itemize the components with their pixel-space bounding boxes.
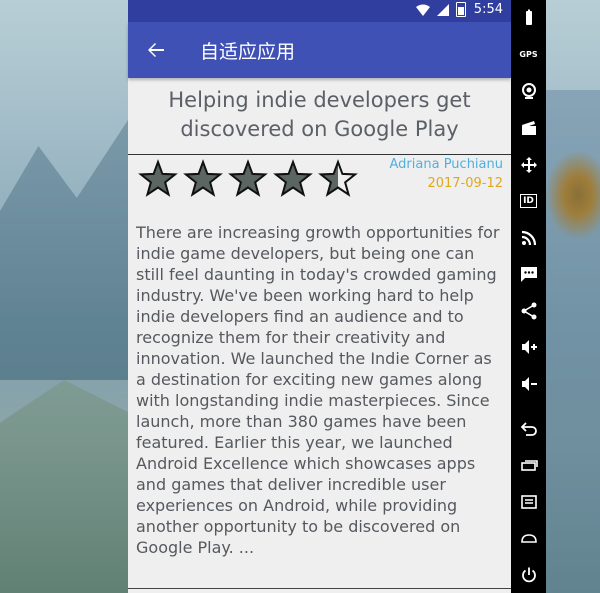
power-button[interactable]: [511, 556, 546, 593]
battery-icon: [525, 9, 532, 26]
app-bar: 自适应应用: [128, 22, 511, 78]
star-icon-5: [318, 159, 358, 197]
volume-up-button[interactable]: [511, 329, 546, 366]
article-title: Helping indie developers get discovered …: [168, 88, 471, 141]
camera-icon: [521, 83, 536, 100]
wallpaper-hill-left: [0, 380, 128, 593]
home-icon: [520, 534, 537, 543]
share-icon: [521, 302, 536, 320]
recent-apps-icon: [520, 460, 538, 471]
signal-icon: [436, 3, 450, 17]
back-icon: [520, 422, 537, 437]
volume-up-icon: [521, 340, 537, 355]
rating-stars: [138, 159, 358, 199]
status-time: 5:54: [473, 2, 503, 17]
star-icon-4: [273, 159, 313, 197]
app-title: 自适应应用: [200, 40, 296, 63]
star-icon-3: [228, 159, 268, 197]
rss-icon: [521, 230, 536, 245]
share-button[interactable]: [511, 293, 546, 330]
camera-button[interactable]: [511, 73, 546, 110]
title-divider: [128, 154, 511, 155]
article-body: There are increasing growth opportunitie…: [136, 223, 500, 557]
nav-back-button[interactable]: [511, 410, 546, 447]
video-icon: [521, 120, 536, 135]
home-button[interactable]: [511, 520, 546, 557]
wallpaper-branch: [545, 150, 600, 240]
sms-button[interactable]: [511, 256, 546, 293]
battery-button[interactable]: [511, 0, 546, 37]
rss-button[interactable]: [511, 219, 546, 256]
wifi-icon: [415, 3, 430, 17]
menu-button[interactable]: [511, 483, 546, 520]
sms-icon: [520, 267, 537, 283]
video-button[interactable]: [511, 110, 546, 147]
move-button[interactable]: [511, 146, 546, 183]
move-icon: [520, 156, 537, 173]
volume-down-icon: [521, 376, 537, 391]
phone-screen: 5:54 自适应应用 Helping indie developers get …: [128, 0, 511, 593]
emulator-toolbar: GPS ID: [511, 0, 546, 593]
status-bar: 5:54: [128, 0, 511, 22]
back-button[interactable]: [128, 22, 184, 78]
id-icon: ID: [520, 194, 537, 209]
article-author: Adriana Puchianu: [389, 157, 503, 172]
star-icon-2: [183, 159, 223, 197]
star-icon-1: [138, 159, 178, 197]
id-button[interactable]: ID: [511, 183, 546, 220]
wallpaper-mountain-left: [0, 120, 128, 380]
gps-icon: GPS: [519, 50, 538, 60]
power-icon: [521, 567, 536, 582]
article-date: 2017-09-12: [427, 176, 503, 191]
bottom-divider: [128, 588, 511, 589]
gps-button[interactable]: GPS: [511, 37, 546, 74]
volume-down-button[interactable]: [511, 366, 546, 403]
recent-apps-button[interactable]: [511, 447, 546, 484]
arrow-back-icon: [148, 43, 164, 57]
battery-icon: [455, 2, 466, 17]
menu-icon: [520, 494, 537, 509]
